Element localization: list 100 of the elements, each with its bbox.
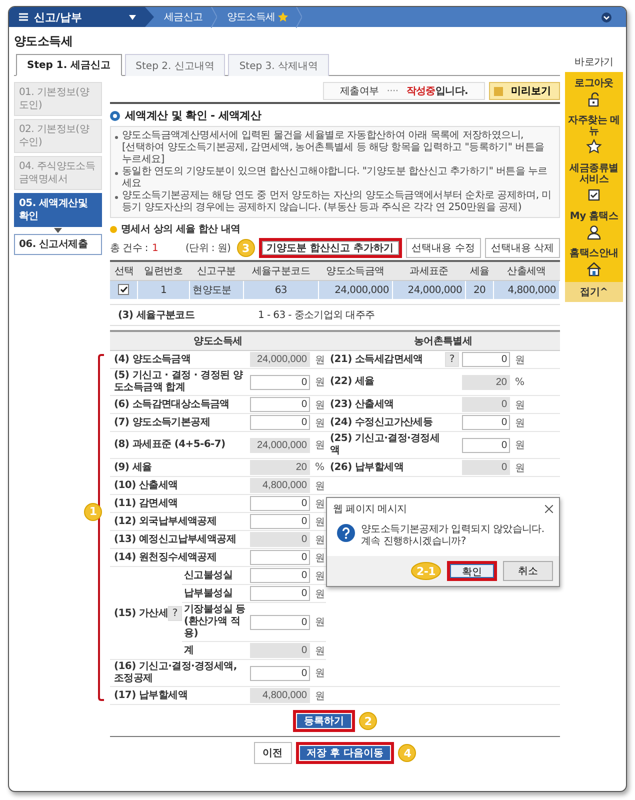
input-field[interactable]: 0 (462, 397, 510, 412)
preview-button[interactable]: 미리보기 (489, 82, 560, 100)
chevron-icon (210, 7, 217, 28)
tab[interactable]: Step 1. 세금신고 (16, 54, 122, 76)
input-field[interactable]: 0 (250, 496, 310, 511)
bullet-icon (115, 172, 118, 175)
input-field[interactable]: 0 (250, 374, 310, 390)
unit-label: 원 (315, 354, 325, 366)
tab[interactable]: Step 3. 삭제내역 (228, 54, 329, 76)
quick-link[interactable]: 홈택스안내 (568, 245, 620, 282)
field-label: (4) 양도소득금액 (114, 354, 191, 366)
note-text: 동일한 연도의 기양도분이 있으면 합산신고해야합니다. "기양도분 합산신고 추가하기" 버튼을 누르세요 (122, 166, 548, 190)
input-field[interactable]: 24,000,000 (250, 438, 310, 452)
unit-label: 원 (315, 439, 325, 452)
column-header: 신고구분 (189, 261, 244, 280)
step-badge: 2-1 (411, 562, 441, 580)
chevron-icon (296, 7, 302, 28)
unit-label: 원 (515, 416, 525, 430)
bullet-icon (115, 136, 118, 139)
status-text: 입니다. (435, 85, 468, 98)
table-cell: 1 (138, 280, 190, 299)
input-field[interactable]: 20 (250, 460, 310, 475)
column-header: 선택 (110, 261, 138, 280)
input-field[interactable]: 24,000,000 (250, 352, 310, 367)
dot-icon (110, 226, 117, 232)
column-header: 양도소득세 (110, 332, 326, 351)
unit-label: 원 (315, 498, 325, 510)
star-icon (586, 139, 602, 155)
field-label: (10) 산출세액 (114, 480, 178, 492)
note-text: 양도소득금액계산명세서에 입력된 물건을 세율별로 자동합산하여 아래 목록에 저장하였으니, [선택하여 양도소득기본공제, 감면세액, 농어촌특별세 등 해당 항목을 입력하고 "등록하기" 버튼을 누르세요] (122, 130, 546, 166)
input-field[interactable]: 0 (462, 438, 510, 452)
step-link[interactable]: 05. 세액계산및확인 (14, 193, 102, 227)
unit-label: 원 (315, 570, 325, 582)
input-field[interactable]: 0 (250, 550, 310, 565)
input-field[interactable]: 4,800,000 (250, 478, 310, 493)
action-button[interactable]: 기양도분 합산신고 추가하기 (258, 238, 402, 258)
action-button[interactable]: 선택내용 삭제 (484, 238, 560, 258)
dialog-button[interactable]: 취소 (503, 561, 553, 581)
step-link[interactable]: 06. 신고서제출 (14, 234, 102, 255)
field-label: 계 (184, 644, 194, 656)
back-button[interactable]: 이전 (254, 742, 292, 764)
unit-label: 원 (315, 534, 325, 546)
register-button[interactable]: 등록하기 (293, 710, 355, 732)
breadcrumb-link[interactable]: 양도소득세 (216, 7, 296, 27)
field-label: 기장불성실 등 (환산가액 적용) (184, 604, 246, 640)
field-label: (22) 세율 (330, 376, 374, 388)
input-field[interactable]: 0 (462, 352, 510, 367)
input-field[interactable]: 0 (250, 614, 310, 630)
quick-link[interactable]: My 홈택스 (568, 208, 620, 245)
unit-label: 원 (515, 354, 525, 366)
field-label: (25) 기신고·결정·경정세액 (330, 433, 441, 457)
unit-label: 원 (315, 690, 325, 702)
field-label: (17) 납부할세액 (114, 690, 188, 702)
input-field[interactable]: 0 (250, 586, 310, 601)
input-field[interactable]: 0 (462, 415, 510, 430)
input-field[interactable]: 0 (250, 532, 310, 547)
input-field[interactable]: 20 (462, 374, 510, 390)
quick-link[interactable]: 로그아웃 (572, 75, 616, 112)
column-header: 농어촌특별세 (326, 332, 560, 351)
input-field[interactable]: 0 (462, 460, 510, 475)
field-label: (13) 예정신고납부세액공제 (114, 534, 236, 546)
column-header: 일련번호 (138, 261, 190, 280)
close-icon[interactable] (545, 505, 553, 513)
help-button[interactable]: ? (445, 352, 459, 367)
collapse-button[interactable]: 접기^ (565, 282, 623, 302)
unit-label: (단위 : 원) (186, 242, 231, 255)
field-label: (7) 양도소득기본공제 (114, 416, 210, 428)
field-label: (26) 납부할세액 (330, 462, 404, 474)
quick-link[interactable]: 자주찾는 메뉴 (565, 112, 623, 160)
step-badge: 1 (84, 502, 102, 520)
action-button[interactable]: 선택내용 수정 (406, 238, 481, 258)
help-button[interactable]: ? (168, 606, 182, 620)
field-label: 신고불성실 (184, 570, 233, 582)
menu-button[interactable]: 신고/납부 (9, 7, 154, 27)
table-row[interactable]: 1 현양도분 63 24,000,000 24,000,000 20 4,800,000 (110, 280, 560, 299)
input-field[interactable]: 0 (250, 568, 310, 583)
caret-icon (129, 14, 136, 20)
dialog-button[interactable]: 확인 (447, 561, 497, 581)
chevron-down-icon[interactable] (601, 12, 612, 22)
input-field[interactable]: 0 (250, 397, 310, 412)
field-label: (15) 가산세 (114, 607, 168, 620)
input-field[interactable]: 0 (250, 514, 310, 529)
input-field[interactable]: 0 (250, 415, 310, 430)
table-cell: 63 (244, 280, 318, 299)
person-icon (586, 224, 602, 240)
checkbox-icon (586, 187, 602, 203)
quick-link[interactable]: 세금종류별 서비스 (565, 160, 623, 208)
checkbox[interactable] (118, 284, 130, 296)
input-field[interactable]: 0 (250, 643, 310, 658)
input-field[interactable]: 4,800,000 (250, 688, 310, 703)
tab[interactable]: Step 2. 신고내역 (124, 54, 226, 76)
unit-label: 원 (515, 398, 525, 412)
unit-label: % (515, 376, 524, 388)
input-field[interactable]: 0 (250, 666, 310, 680)
step-badge: 4 (398, 744, 416, 762)
quick-links-title: 바로가기 (574, 56, 614, 69)
save-next-button[interactable]: 저장 후 다음이동 (296, 742, 394, 764)
field-label: (16) 기신고·결정·경정세액, 조정공제 (114, 661, 238, 685)
breadcrumb-link[interactable]: 세금신고 (154, 7, 211, 27)
table-cell: 24,000,000 (318, 280, 392, 299)
